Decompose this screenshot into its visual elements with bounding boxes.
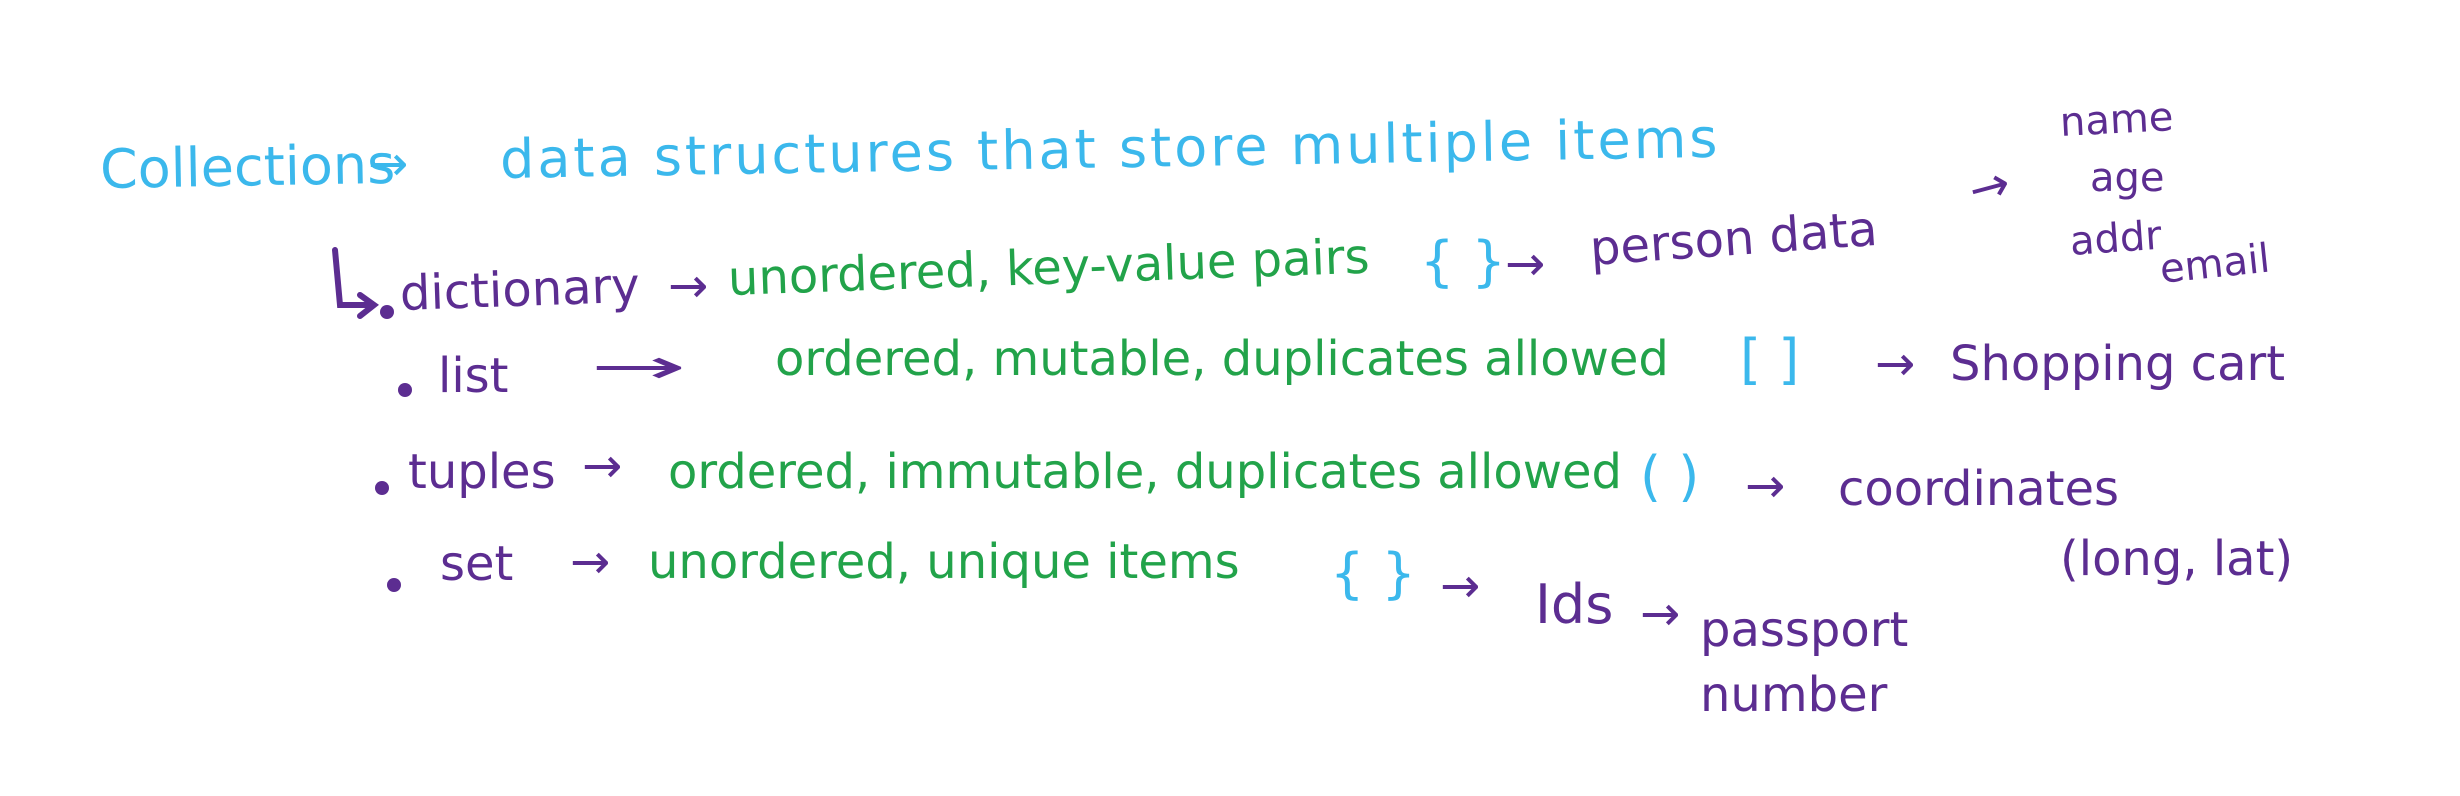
item-symbol-list: [ ] xyxy=(1740,328,1800,391)
item-example-list: Shopping cart xyxy=(1950,336,2286,392)
item-symbol-dictionary: { } xyxy=(1420,230,1506,293)
dictionary-field-addr: addr xyxy=(2068,212,2164,265)
item-description-set: unordered, unique items xyxy=(648,534,1240,590)
item-description-tuples: ordered, immutable, duplicates allowed xyxy=(668,444,1622,500)
list-example-arrow-icon: → xyxy=(1875,336,1916,392)
whiteboard-canvas: Collections → data structures that store… xyxy=(0,0,2460,796)
item-term-set: set xyxy=(440,536,514,592)
dictionary-example-arrow-icon: → xyxy=(1505,236,1546,292)
item-symbol-tuples: ( ) xyxy=(1640,445,1700,508)
bullet-list xyxy=(398,383,412,397)
dictionary-field-name: name xyxy=(2058,94,2175,146)
set-arrow-icon: → xyxy=(570,534,611,590)
item-term-tuples: tuples xyxy=(408,444,556,500)
item-term-dictionary: dictionary xyxy=(399,257,641,322)
item-description-dictionary: unordered, key-value pairs xyxy=(727,228,1371,307)
heading-arrow-icon: → xyxy=(368,136,409,192)
item-term-list: list xyxy=(438,348,509,404)
tuples-arrow-icon: → xyxy=(582,438,623,494)
set-sub-arrow-icon: → xyxy=(1640,586,1681,642)
set-example-arrow-icon: → xyxy=(1440,558,1481,614)
bullet-set xyxy=(387,578,401,592)
bullet-dictionary xyxy=(380,305,394,319)
dictionary-arrow-icon: → xyxy=(668,258,709,314)
item-example-tuples: coordinates xyxy=(1838,461,2120,517)
tuples-note: (long, lat) xyxy=(2060,531,2294,587)
dictionary-field-age: age xyxy=(2090,155,2165,201)
dictionary-fields-arrow-icon: → xyxy=(1962,154,2017,220)
item-symbol-set: { } xyxy=(1330,542,1416,605)
dictionary-field-email: email xyxy=(2157,235,2273,293)
list-arrow-icon: → xyxy=(590,339,687,395)
heading-term: Collections xyxy=(99,132,396,201)
heading-definition: data structures that store multiple item… xyxy=(499,106,1721,191)
item-description-list: ordered, mutable, duplicates allowed xyxy=(775,331,1669,387)
bullet-tuples xyxy=(375,481,389,495)
item-example-dictionary: person data xyxy=(1588,200,1880,277)
tuples-example-arrow-icon: → xyxy=(1745,458,1786,514)
item-example-set: Ids xyxy=(1535,573,1614,636)
item-sub-example-set: passport number xyxy=(1700,602,1909,723)
